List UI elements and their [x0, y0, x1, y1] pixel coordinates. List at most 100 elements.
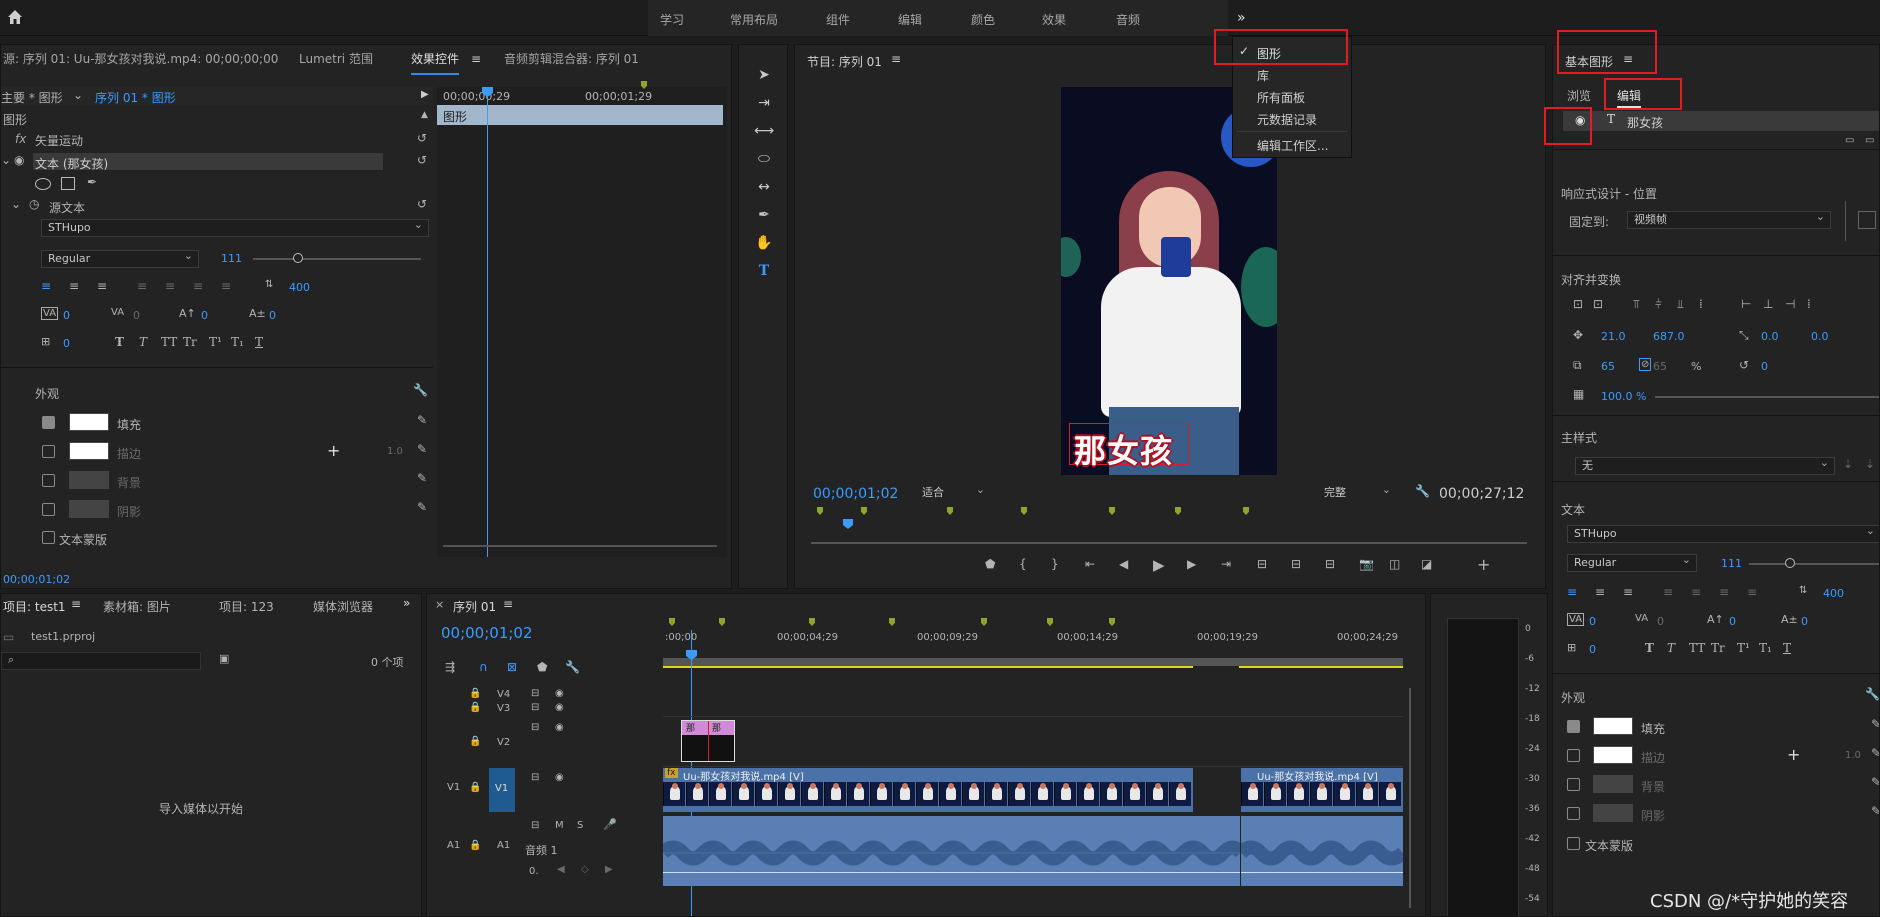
eyedropper-icon[interactable]: ✎	[417, 442, 427, 456]
font-select[interactable]: STHupo	[41, 217, 429, 237]
all-caps-icon[interactable]: TT	[1689, 641, 1705, 655]
eg-background-swatch[interactable]	[1593, 775, 1633, 793]
add-button-icon[interactable]: +	[1477, 555, 1490, 574]
bold-icon[interactable]: T	[115, 335, 124, 349]
justify-left-icon[interactable]: ≡	[1663, 585, 1673, 599]
export-frame-icon[interactable]: 📷	[1359, 557, 1374, 571]
lock-icon[interactable]: 🔒	[469, 702, 481, 713]
prev-keyframe-icon[interactable]: ◀	[557, 864, 565, 875]
lift-icon[interactable]: ⊟	[1257, 557, 1267, 571]
tab-browse[interactable]: 浏览	[1567, 87, 1591, 104]
opacity-slider[interactable]	[1655, 396, 1879, 398]
extract-icon[interactable]: ⊟	[1291, 557, 1301, 571]
tab-lumetri-scopes[interactable]: Lumetri 范围	[299, 45, 373, 75]
background-checkbox[interactable]	[42, 474, 55, 487]
justify-left-icon[interactable]: ≡	[137, 279, 147, 293]
mark-in-icon[interactable]: {	[1019, 557, 1027, 571]
expand-chevron-icon[interactable]: ⌄	[1, 153, 11, 167]
program-timecode[interactable]: 00;00;01;02	[813, 486, 898, 502]
align-horizontal-center-icon[interactable]: ⊡	[1593, 297, 1603, 311]
next-keyframe-icon[interactable]: ▶	[605, 864, 613, 875]
graphic-clip[interactable]: 那 那	[681, 720, 735, 762]
workspace-color[interactable]: 颜色	[971, 11, 995, 28]
panel-menu-icon[interactable]: ≡	[71, 597, 81, 611]
font-size-value[interactable]: 111	[221, 252, 242, 265]
subscript-icon[interactable]: T₁	[1759, 641, 1772, 655]
underline-icon[interactable]: T	[255, 335, 263, 349]
pen-mask-icon[interactable]: ✒	[87, 175, 97, 189]
eg-text-mask-checkbox[interactable]	[1567, 837, 1580, 850]
justify-right-icon[interactable]: ≡	[1719, 585, 1729, 599]
all-caps-icon[interactable]: TT	[161, 335, 177, 349]
selection-tool-icon[interactable]: ➤	[752, 65, 776, 85]
video-clip-1[interactable]: fx Uu-那女孩对我说.mp4 [V]	[663, 768, 1193, 812]
new-layer-icon[interactable]: ▭	[1845, 135, 1854, 146]
eyedropper-icon[interactable]: ✎	[417, 500, 427, 514]
justify-center-icon[interactable]: ≡	[1691, 585, 1701, 599]
workspace-editing[interactable]: 编辑	[898, 11, 922, 28]
wrench-icon[interactable]: 🔧	[1865, 687, 1879, 701]
eye-icon[interactable]: ◉	[555, 722, 564, 733]
close-icon[interactable]: ×	[435, 598, 444, 611]
eyedropper-icon[interactable]: ✎	[1871, 717, 1879, 731]
eg-font-size[interactable]: 111	[1721, 557, 1742, 570]
fill-swatch[interactable]	[69, 413, 109, 431]
position-y[interactable]: 687.0	[1653, 330, 1685, 343]
panel-overflow-icon[interactable]: »	[403, 596, 410, 610]
source-patch-v1[interactable]: V1	[447, 782, 460, 793]
justify-center-icon[interactable]: ≡	[165, 279, 175, 293]
justify-all-icon[interactable]: ≡	[221, 279, 231, 293]
eye-icon[interactable]: ◉	[555, 772, 564, 783]
align-vertical-center-icon[interactable]: ⊡	[1573, 297, 1583, 311]
reset-icon[interactable]: ↺	[417, 153, 427, 167]
multicam-icon[interactable]: ◫	[1389, 557, 1400, 571]
eg-shadow-swatch[interactable]	[1593, 804, 1633, 822]
position-x[interactable]: 21.0	[1601, 330, 1626, 343]
play-triangle-icon[interactable]: ▶	[421, 89, 429, 100]
add-stroke-icon[interactable]: +	[327, 441, 340, 460]
snap-magnet-icon[interactable]: ∩	[479, 660, 488, 674]
align-bottom-icon[interactable]: ⫫	[1677, 297, 1684, 312]
ellipse-mask-icon[interactable]	[35, 178, 51, 190]
text-mask-checkbox[interactable]	[42, 531, 55, 544]
step-back-icon[interactable]: ◀	[1119, 557, 1128, 571]
workspace-effects[interactable]: 效果	[1042, 11, 1066, 28]
align-center-icon[interactable]: ≡	[69, 279, 79, 293]
eye-icon[interactable]: ◉	[555, 702, 564, 713]
align-right-edge-icon[interactable]: ⊣	[1785, 297, 1795, 311]
settings-wrench-icon[interactable]: 🔧	[1415, 484, 1430, 498]
justify-right-icon[interactable]: ≡	[193, 279, 203, 293]
align-right-icon[interactable]: ≡	[97, 279, 107, 293]
import-media-hint[interactable]: 导入媒体以开始	[159, 800, 243, 817]
program-scrollbar[interactable]	[811, 542, 1527, 544]
subscript-icon[interactable]: T₁	[231, 335, 244, 349]
small-caps-icon[interactable]: Tr	[183, 335, 197, 349]
source-patch-a1[interactable]: A1	[447, 840, 460, 851]
comparison-view-icon[interactable]: ⊟	[1325, 557, 1335, 571]
vr-icon[interactable]: ◪	[1421, 557, 1432, 571]
add-marker-icon[interactable]: ⬟	[985, 557, 995, 571]
superscript-icon[interactable]: T¹	[209, 335, 222, 349]
go-to-out-icon[interactable]: ⇥	[1221, 557, 1231, 571]
eyedropper-icon[interactable]: ✎	[417, 413, 427, 427]
workspace-components[interactable]: 组件	[826, 11, 850, 28]
nest-icon[interactable]: ⇶	[445, 660, 455, 674]
pin-to-select[interactable]: 视频帧	[1627, 209, 1831, 229]
background-swatch[interactable]	[69, 471, 109, 489]
superscript-icon[interactable]: T¹	[1737, 641, 1750, 655]
tab-sequence[interactable]: 序列 01	[453, 598, 496, 615]
align-left-icon[interactable]: ≡	[1567, 585, 1577, 599]
linked-selection-icon[interactable]: ⊠	[507, 660, 517, 674]
menu-item-metadata[interactable]: 元数据记录	[1257, 111, 1317, 128]
bold-icon[interactable]: T	[1645, 641, 1654, 655]
timeline-timecode[interactable]: 00;00;01;02	[441, 624, 533, 642]
stroke-swatch[interactable]	[69, 442, 109, 460]
timeline-vscroll[interactable]	[1409, 688, 1411, 908]
tab-bin[interactable]: 素材箱: 图片	[103, 598, 171, 615]
quality-select[interactable]: 完整	[1317, 482, 1397, 502]
essential-graphics-title[interactable]: 基本图形	[1565, 53, 1613, 70]
ripple-edit-tool-icon[interactable]: ⟷	[752, 121, 776, 141]
tab-project-123[interactable]: 项目: 123	[219, 598, 274, 615]
anchor-y[interactable]: 0.0	[1811, 330, 1829, 343]
distribute-icon[interactable]: ⁞	[1699, 297, 1703, 311]
